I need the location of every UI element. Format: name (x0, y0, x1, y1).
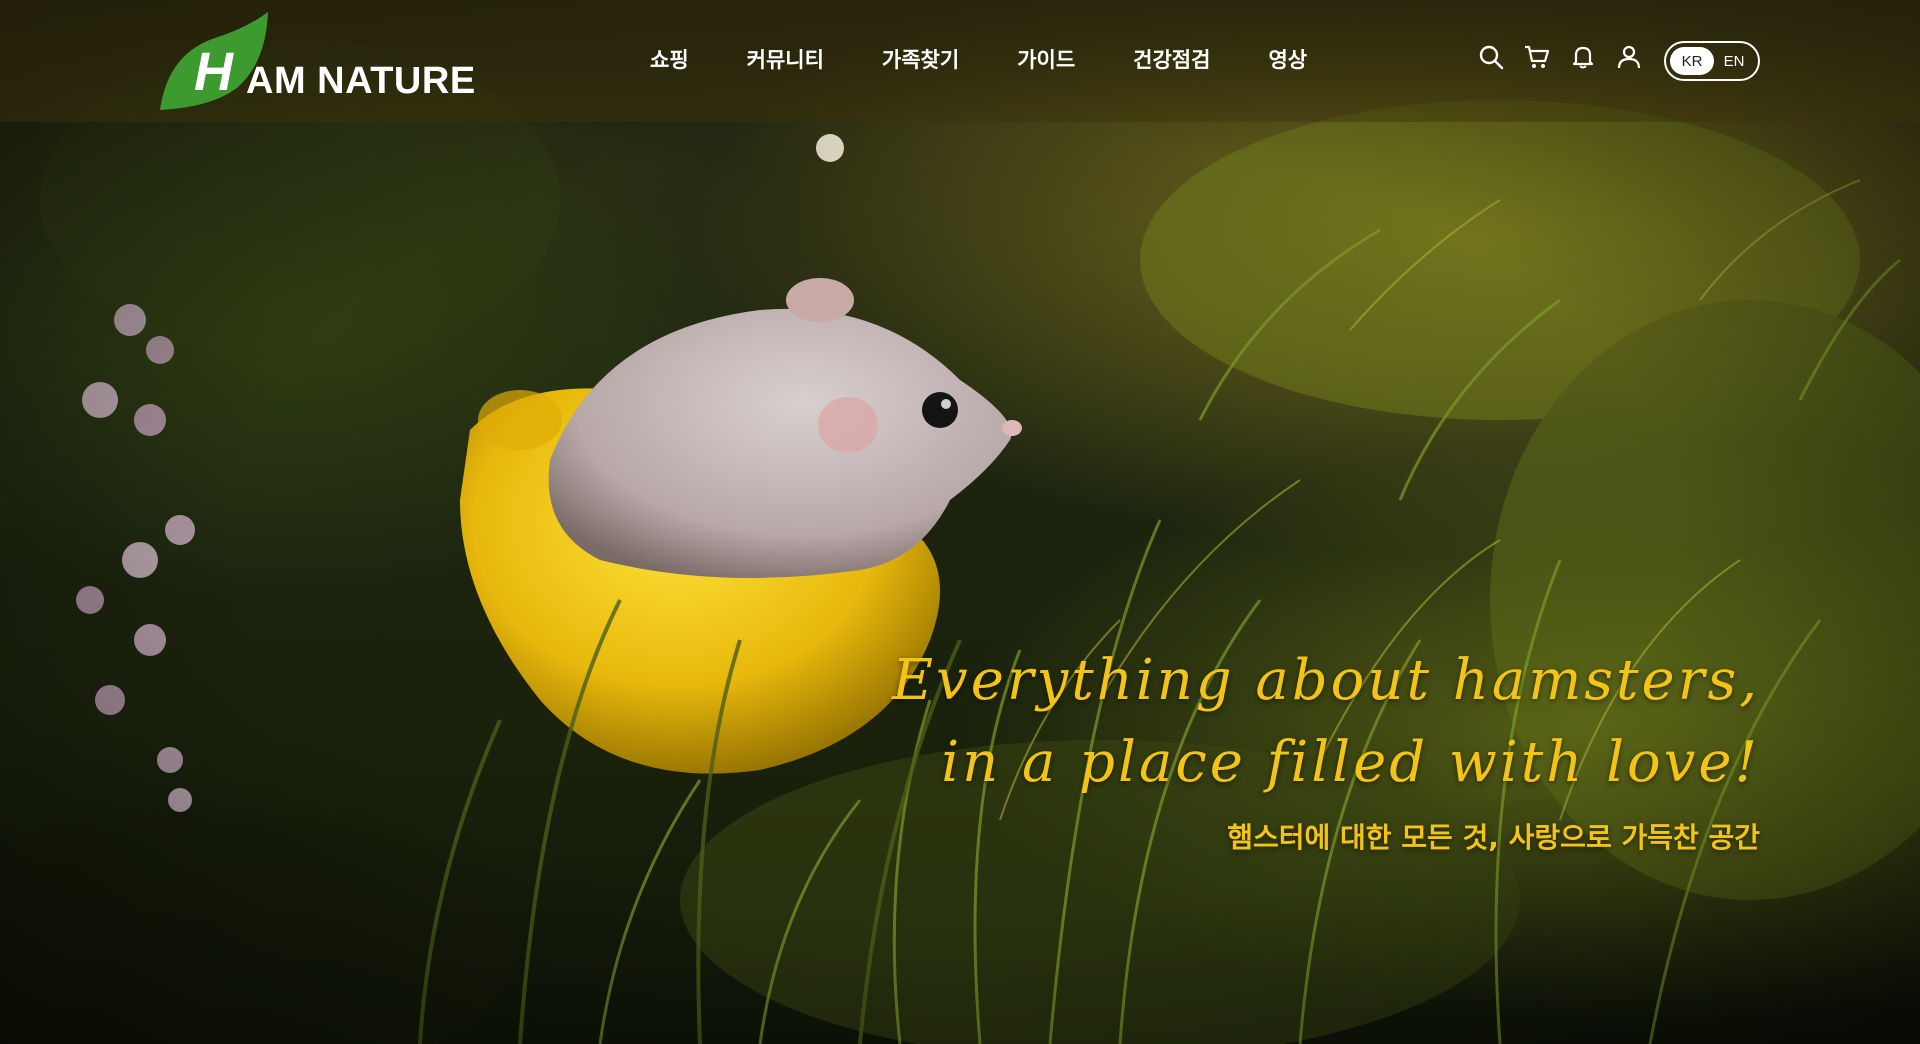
logo-text: AM NATURE (246, 60, 476, 102)
header-icons (1478, 44, 1642, 70)
cart-icon[interactable] (1524, 44, 1550, 70)
nav-item-guide[interactable]: 가이드 (1017, 44, 1075, 74)
hero-tagline: Everything about hamsters, in a place fi… (892, 640, 1760, 856)
nav-item-find-family[interactable]: 가족찾기 (882, 44, 959, 74)
nav-item-shopping[interactable]: 쇼핑 (650, 44, 689, 74)
user-icon[interactable] (1616, 44, 1642, 70)
lang-option-kr[interactable]: KR (1670, 47, 1714, 75)
language-toggle[interactable]: KR EN (1664, 41, 1760, 81)
hero-image (0, 0, 1920, 1044)
main-nav: 쇼핑 커뮤니티 가족찾기 가이드 건강점검 영상 (650, 44, 1307, 74)
search-icon[interactable] (1478, 44, 1504, 70)
site-header: H AM NATURE 쇼핑 커뮤니티 가족찾기 가이드 건강점검 영상 KR (0, 0, 1920, 122)
tagline-line-1: Everything about hamsters, (892, 648, 1760, 713)
hero-section (0, 0, 1920, 1044)
nav-item-health-check[interactable]: 건강점검 (1133, 44, 1210, 74)
logo[interactable]: H AM NATURE (158, 12, 478, 112)
logo-letter: H (194, 42, 234, 102)
nav-item-video[interactable]: 영상 (1268, 44, 1307, 74)
tagline-korean: 햄스터에 대한 모든 것, 사랑으로 가득찬 공간 (1227, 821, 1760, 854)
tagline-line-2: in a place filled with love! (941, 730, 1760, 795)
lang-option-en[interactable]: EN (1714, 47, 1754, 75)
bell-icon[interactable] (1570, 44, 1596, 70)
nav-item-community[interactable]: 커뮤니티 (747, 44, 824, 74)
